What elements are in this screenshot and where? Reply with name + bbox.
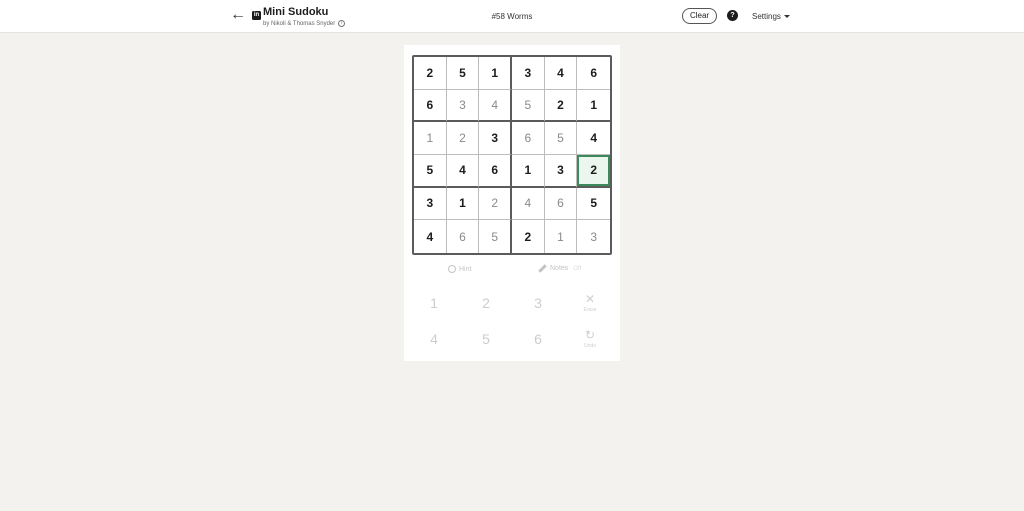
settings-label: Settings [752, 12, 781, 21]
key-1[interactable]: 1 [414, 288, 454, 318]
board-cell[interactable]: 5 [446, 57, 480, 90]
board-cell[interactable]: 2 [512, 220, 545, 253]
board-cell[interactable]: 1 [577, 90, 610, 123]
board-cell[interactable]: 3 [446, 89, 480, 123]
undo-icon: ↻ [584, 328, 596, 342]
tool-row: Hint Notes Off [412, 263, 612, 279]
key-4[interactable]: 4 [414, 324, 454, 354]
settings-dropdown[interactable]: Settings [752, 12, 790, 21]
hint-button[interactable]: Hint [448, 265, 471, 273]
board-cell[interactable]: 4 [544, 57, 578, 90]
board-cell[interactable]: 5 [479, 220, 512, 253]
board-cell[interactable]: 1 [479, 57, 512, 90]
key-3[interactable]: 3 [518, 288, 558, 318]
board-cell[interactable]: 2 [479, 187, 512, 221]
undo-button[interactable]: ↻ Undo [570, 324, 610, 354]
board-cell[interactable]: 1 [545, 220, 578, 253]
linkedin-logo-icon: in [252, 11, 261, 20]
board-cell[interactable]: 6 [512, 122, 545, 155]
top-bar: ← in Mini Sudoku by Nikoli & Thomas Snyd… [0, 0, 1024, 33]
board-cell[interactable]: 1 [414, 122, 447, 155]
board-cell[interactable]: 4 [577, 122, 610, 155]
byline-text: by Nikoli & Thomas Snyder [263, 20, 336, 27]
key-2[interactable]: 2 [466, 288, 506, 318]
key-6[interactable]: 6 [518, 324, 558, 354]
board-cell[interactable]: 6 [447, 220, 480, 253]
board-cell[interactable]: 2 [414, 57, 447, 90]
board-cell[interactable]: 6 [479, 155, 512, 188]
undo-label: Undo [584, 343, 596, 349]
board-cell[interactable]: 6 [577, 57, 610, 90]
board-cell[interactable]: 3 [577, 220, 610, 253]
board-cell[interactable]: 5 [577, 188, 610, 221]
notes-label: Notes [550, 265, 569, 272]
board-cell[interactable]: 3 [414, 187, 447, 221]
board-cell[interactable]: 4 [512, 187, 545, 221]
sudoku-board: 251346634521123654546132312465465213 [412, 55, 612, 255]
board-cell[interactable]: 5 [414, 155, 447, 188]
puzzle-title: #58 Worms [491, 12, 533, 21]
board-cell[interactable]: 2 [446, 122, 480, 155]
clear-button[interactable]: Clear [682, 8, 717, 24]
chevron-down-icon [783, 15, 790, 18]
board-cell[interactable]: 5 [544, 122, 578, 155]
board-cell[interactable]: 6 [414, 89, 447, 123]
notes-toggle-button[interactable]: Notes Off [538, 264, 582, 273]
key-5[interactable]: 5 [466, 324, 506, 354]
board-cell[interactable]: 6 [544, 187, 578, 221]
hint-label: Hint [459, 265, 472, 273]
info-icon[interactable]: i [338, 20, 346, 27]
erase-button[interactable]: ✕ Erase [570, 288, 610, 318]
board-cell[interactable]: 2 [544, 89, 578, 123]
board-cell[interactable]: 4 [446, 155, 480, 188]
back-arrow-icon[interactable]: ← [229, 6, 247, 24]
close-icon: ✕ [584, 292, 596, 306]
board-cell[interactable]: 1 [446, 187, 480, 221]
board-cell[interactable]: 5 [512, 89, 545, 123]
app-title: Mini Sudoku [263, 6, 329, 18]
board-cell[interactable]: 4 [479, 89, 512, 123]
number-keypad: 1 2 3 ✕ Erase 4 5 6 ↻ Undo [412, 287, 612, 357]
notes-state: Off [573, 265, 582, 272]
game-panel: 251346634521123654546132312465465213 Hin… [404, 45, 620, 361]
byline: by Nikoli & Thomas Snyder i [263, 20, 346, 27]
board-cell[interactable]: 3 [544, 155, 578, 188]
board-cell[interactable]: 2 [577, 155, 610, 188]
help-icon[interactable]: ? [727, 10, 738, 21]
pencil-icon [538, 264, 547, 273]
lightbulb-icon [448, 265, 456, 273]
board-cell[interactable]: 1 [512, 155, 545, 188]
erase-label: Erase [583, 307, 597, 313]
board-cell[interactable]: 3 [479, 122, 512, 155]
board-cell[interactable]: 4 [414, 220, 447, 253]
board-cell[interactable]: 3 [512, 57, 545, 90]
